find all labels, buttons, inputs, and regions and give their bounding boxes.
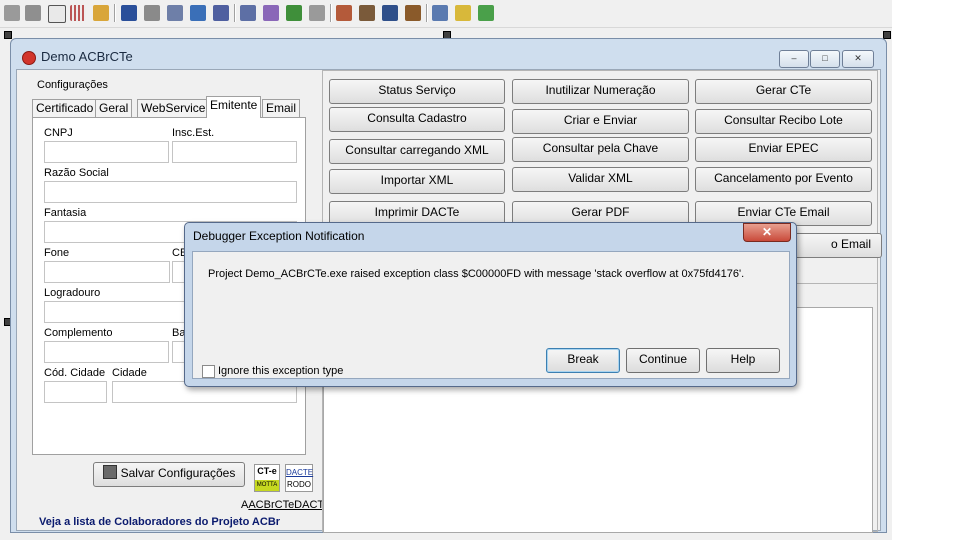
exception-message: Project Demo_ACBrCTe.exe raised exceptio…: [208, 268, 745, 280]
package-icon[interactable]: [405, 5, 421, 21]
inutilizar-numeracao-button[interactable]: Inutilizar Numeração: [512, 79, 689, 104]
app-icon: [22, 51, 36, 65]
tab-geral[interactable]: Geral: [95, 99, 133, 118]
cod-cidade-label: Cód. Cidade: [44, 367, 106, 379]
dialog-title: Debugger Exception Notification: [193, 229, 365, 243]
ie-field[interactable]: [172, 141, 297, 163]
toolbar-separator: [426, 4, 428, 22]
dialog-body: Project Demo_ACBrCTe.exe raised exceptio…: [192, 251, 790, 379]
resize-handle[interactable]: [883, 31, 891, 39]
hand-icon[interactable]: [359, 5, 375, 21]
fone-field[interactable]: [44, 261, 170, 283]
save-icon: [102, 465, 117, 479]
ie-label: Insc.Est.: [172, 127, 215, 139]
toolbar-separator: [330, 4, 332, 22]
diamond-icon[interactable]: [286, 5, 302, 21]
razao-field[interactable]: [44, 181, 297, 203]
toolbar-separator: [114, 4, 116, 22]
cidade-label: Cidade: [112, 367, 147, 379]
cod-cidade-field[interactable]: [44, 381, 107, 403]
cte-logo-text: CT-e: [257, 466, 277, 476]
tab-email[interactable]: Email: [262, 99, 301, 118]
settings-icon[interactable]: [190, 5, 206, 21]
gerar-cte-button[interactable]: Gerar CTe: [695, 79, 872, 104]
save-config-button[interactable]: Salvar Configurações: [93, 462, 245, 487]
cnpj-field[interactable]: [44, 141, 169, 163]
status-servico-button[interactable]: Status Serviço: [329, 79, 505, 104]
cnpj-label: CNPJ: [44, 127, 73, 139]
copy-icon[interactable]: [144, 5, 160, 21]
consultar-chave-button[interactable]: Consultar pela Chave: [512, 137, 689, 162]
validar-xml-button[interactable]: Validar XML: [512, 167, 689, 192]
colaboradores-link[interactable]: Veja a lista de Colaboradores do Projeto…: [39, 516, 280, 528]
component-icon[interactable]: [93, 5, 109, 21]
layout-icon[interactable]: [213, 5, 229, 21]
dialog-close-button[interactable]: ✕: [743, 223, 791, 242]
tab-webservice[interactable]: WebService: [137, 99, 210, 118]
fantasia-label: Fantasia: [44, 207, 87, 219]
maximize-button[interactable]: □: [810, 50, 840, 68]
form-title: Demo ACBrCTe: [41, 49, 133, 64]
minimize-button[interactable]: –: [779, 50, 809, 68]
save-config-label: Salvar Configurações: [120, 466, 236, 480]
image-icon[interactable]: [240, 5, 256, 21]
dacte-logo-text: DACTE: [286, 468, 314, 477]
criar-enviar-button[interactable]: Criar e Enviar: [512, 109, 689, 134]
complemento-label: Complemento: [44, 327, 113, 339]
select-icon[interactable]: [48, 5, 66, 23]
consultar-xml-button[interactable]: Consultar carregando XML: [329, 139, 505, 164]
close-button[interactable]: ✕: [842, 50, 874, 68]
dacte-logo: DACTE RODO: [285, 464, 313, 492]
resize-handle[interactable]: [4, 31, 12, 39]
debugger-exception-dialog: Debugger Exception Notification ✕ Projec…: [184, 222, 797, 387]
complemento-field[interactable]: [44, 341, 169, 363]
ignore-exception-checkbox[interactable]: [202, 365, 215, 378]
align-center-icon[interactable]: [25, 5, 41, 21]
grid-icon[interactable]: [70, 5, 86, 21]
tab-emitente[interactable]: Emitente: [206, 96, 262, 118]
tab-certificado[interactable]: Certificado: [32, 99, 98, 118]
cte-logo-subtext: MOTTA: [255, 480, 279, 491]
align-left-icon[interactable]: [4, 5, 20, 21]
logradouro-label: Logradouro: [44, 287, 101, 299]
razao-label: Razão Social: [44, 167, 109, 179]
break-button[interactable]: Break: [546, 348, 620, 373]
arrange-icon[interactable]: [309, 5, 325, 21]
config-group-label: Configurações: [37, 79, 108, 91]
importar-xml-button[interactable]: Importar XML: [329, 169, 505, 194]
folder-icon[interactable]: [455, 5, 471, 21]
continue-button[interactable]: Continue: [626, 348, 700, 373]
tag-icon[interactable]: [478, 5, 494, 21]
ignore-exception-label[interactable]: Ignore this exception type: [218, 365, 343, 377]
book-icon[interactable]: [336, 5, 352, 21]
cte-logo: CT-e MOTTA: [254, 464, 280, 492]
windows-icon[interactable]: [432, 5, 448, 21]
consulta-cadastro-button[interactable]: Consulta Cadastro: [329, 107, 505, 132]
dacte-logo-subtext: RODO: [287, 480, 311, 489]
toolbar-separator: [234, 4, 236, 22]
window-icon[interactable]: [382, 5, 398, 21]
fone-label: Fone: [44, 247, 70, 259]
paste-icon[interactable]: [167, 5, 183, 21]
help-button[interactable]: Help: [706, 348, 780, 373]
table-icon[interactable]: [121, 5, 137, 21]
consultar-recibo-button[interactable]: Consultar Recibo Lote: [695, 109, 872, 134]
cancelamento-evento-button[interactable]: Cancelamento por Evento: [695, 167, 872, 192]
ide-toolbar: [0, 0, 892, 28]
gear-icon[interactable]: [263, 5, 279, 21]
enviar-epec-button[interactable]: Enviar EPEC: [695, 137, 872, 162]
